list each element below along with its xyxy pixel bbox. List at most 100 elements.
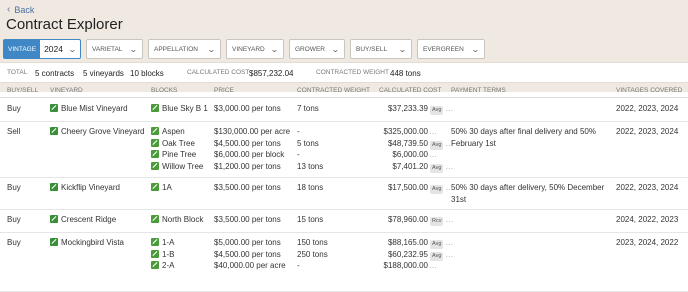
vineyard-link[interactable]: Kickflip Vineyard (50, 183, 120, 192)
col-vineyard[interactable]: VINEYARD (50, 87, 83, 94)
cost-value: $17,500.00 (387, 183, 428, 192)
chevron-down-icon: ⌄ (398, 44, 408, 54)
cost-extra: Avg… (427, 104, 453, 115)
block-item[interactable]: 1-B (151, 249, 174, 259)
vineyard-link[interactable]: Mockingbird Vista (50, 238, 124, 247)
weight-value: - (297, 261, 300, 270)
cost-extra: Avg… (427, 250, 453, 261)
table-row[interactable]: Buy Mockingbird Vista 1-A $5,000.00 per ton… (0, 233, 688, 292)
block-item[interactable]: 1A (151, 183, 172, 192)
table-row[interactable]: Sell Cheery Grove Vineyard Aspen $130,000.0… (0, 122, 688, 178)
chevron-left-icon: ‹ (7, 4, 11, 15)
block-item[interactable]: Aspen (151, 127, 185, 136)
table-row[interactable]: Buy Blue Mist Vineyard Blue Sky B 1 $3,000.… (0, 99, 688, 122)
weight-value: 18 tons (297, 183, 324, 192)
vineyard-link[interactable]: Blue Mist Vineyard (50, 104, 128, 113)
contracts-count: 5 contracts (35, 69, 75, 78)
price-value: $6,000.00 per block (214, 150, 285, 159)
vintages-covered-value: 2024, 2022, 2023 (616, 215, 679, 224)
contracted-weight-value: 448 tons (390, 69, 421, 78)
block-icon (151, 238, 159, 246)
block-item[interactable]: Blue Sky B 1 (151, 104, 208, 113)
price-value: $1,200.00 per tons (214, 161, 281, 171)
col-price[interactable]: PRICE (214, 87, 234, 94)
cost-value: $78,960.00 (387, 215, 428, 224)
vineyard-link[interactable]: Crescent Ridge (50, 215, 116, 224)
block-item[interactable]: 1-A (151, 238, 174, 247)
table-header: BUY/SELL VINEYARD BLOCKS PRICE CONTRACTE… (0, 83, 688, 98)
more-options-icon[interactable]: … (445, 250, 453, 259)
block-icon (151, 138, 159, 147)
weight-value: 250 tons (297, 249, 328, 259)
appellation-dropdown[interactable]: APPELLATION ⌄ (148, 39, 221, 59)
buy-sell-value: Sell (7, 127, 21, 136)
price-value: $40,000.00 per acre (214, 261, 286, 270)
cost-extra: Avg… (427, 183, 453, 194)
weight-value: 7 tons (297, 104, 319, 113)
more-options-icon[interactable]: … (429, 150, 437, 159)
block-name: Blue Sky B 1 (162, 104, 208, 113)
vintages-covered-value: 2022, 2023, 2024 (616, 104, 679, 113)
vintage-select[interactable]: VINTAGE 2024 ⌄ (3, 39, 81, 59)
evergreen-dropdown[interactable]: EVERGREEN ⌄ (417, 39, 485, 59)
table-row[interactable]: Buy Crescent Ridge North Block $3,500.00 pe… (0, 210, 688, 233)
more-options-icon[interactable]: … (445, 162, 453, 171)
filter-bar: VINTAGE 2024 ⌄ VARIETAL ⌄ APPELLATION ⌄ … (3, 39, 485, 59)
vineyard-dropdown[interactable]: VINEYARD ⌄ (226, 39, 284, 59)
block-item[interactable]: Oak Tree (151, 138, 195, 148)
dropdown-label: BUY/SELL (356, 45, 388, 53)
cost-value: $325,000.00 (383, 127, 429, 136)
block-name: 1-A (162, 238, 175, 247)
buy-sell-value: Buy (7, 104, 21, 113)
dropdown-label: APPELLATION (154, 45, 198, 53)
price-value: $4,500.00 per tons (214, 249, 281, 259)
block-name: Aspen (162, 127, 185, 136)
col-payment-terms[interactable]: PAYMENT TERMS (451, 87, 506, 94)
block-item[interactable]: 2-A (151, 261, 174, 270)
grower-dropdown[interactable]: GROWER ⌄ (289, 39, 345, 59)
price-value: $130,000.00 per acre (214, 127, 291, 136)
block-name: Oak Tree (162, 138, 195, 148)
block-item[interactable]: Willow Tree (151, 161, 204, 171)
page-title: Contract Explorer (6, 16, 123, 33)
block-icon (151, 104, 159, 112)
col-blocks[interactable]: BLOCKS (151, 87, 177, 94)
more-options-icon[interactable]: … (445, 215, 453, 224)
col-calculated-cost[interactable]: CALCULATED COST (379, 87, 441, 94)
more-options-icon[interactable]: … (445, 238, 453, 247)
weight-value: 13 tons (297, 161, 324, 171)
price-value: $4,500.00 per tons (214, 138, 281, 148)
block-icon (151, 249, 159, 258)
vineyard-link[interactable]: Cheery Grove Vineyard (50, 127, 144, 136)
table-row[interactable]: Buy Kickflip Vineyard 1A $3,500.00 per tons… (0, 178, 688, 210)
more-options-icon[interactable]: … (429, 127, 437, 136)
dropdown-label: EVERGREEN (423, 45, 464, 53)
block-name: North Block (162, 215, 204, 224)
cost-method-badge: Rcv (430, 217, 444, 226)
vineyard-icon (50, 238, 58, 246)
block-name: Willow Tree (162, 161, 204, 171)
cost-extra: Avg… (427, 238, 453, 249)
cost-extra: … (427, 150, 437, 159)
vineyard-icon (50, 104, 58, 112)
col-vintages-covered[interactable]: VINTAGES COVERED (616, 87, 682, 94)
block-item[interactable]: Pine Tree (151, 150, 196, 159)
vineyard-icon (50, 183, 58, 191)
chevron-down-icon: ⌄ (331, 44, 341, 54)
more-options-icon[interactable]: … (429, 261, 437, 270)
dropdown-label: GROWER (295, 45, 325, 53)
more-options-icon[interactable]: … (445, 104, 453, 113)
col-contracted-weight[interactable]: CONTRACTED WEIGHT (297, 87, 370, 94)
buy-sell-value: Buy (7, 238, 21, 247)
block-item[interactable]: North Block (151, 215, 203, 224)
buy-sell-value: Buy (7, 183, 21, 192)
varietal-dropdown[interactable]: VARIETAL ⌄ (86, 39, 143, 59)
buy-sell-dropdown[interactable]: BUY/SELL ⌄ (350, 39, 412, 59)
block-icon (151, 215, 159, 223)
chevron-down-icon: ⌄ (471, 44, 481, 54)
col-buy-sell[interactable]: BUY/SELL (7, 87, 38, 94)
back-link[interactable]: ‹ Back (7, 4, 34, 15)
summary-bar: TOTAL 5 contracts 5 vineyards 10 blocks … (0, 62, 688, 83)
contracted-weight-label: CONTRACTED WEIGHT (316, 69, 389, 76)
cost-extra: … (427, 127, 437, 136)
